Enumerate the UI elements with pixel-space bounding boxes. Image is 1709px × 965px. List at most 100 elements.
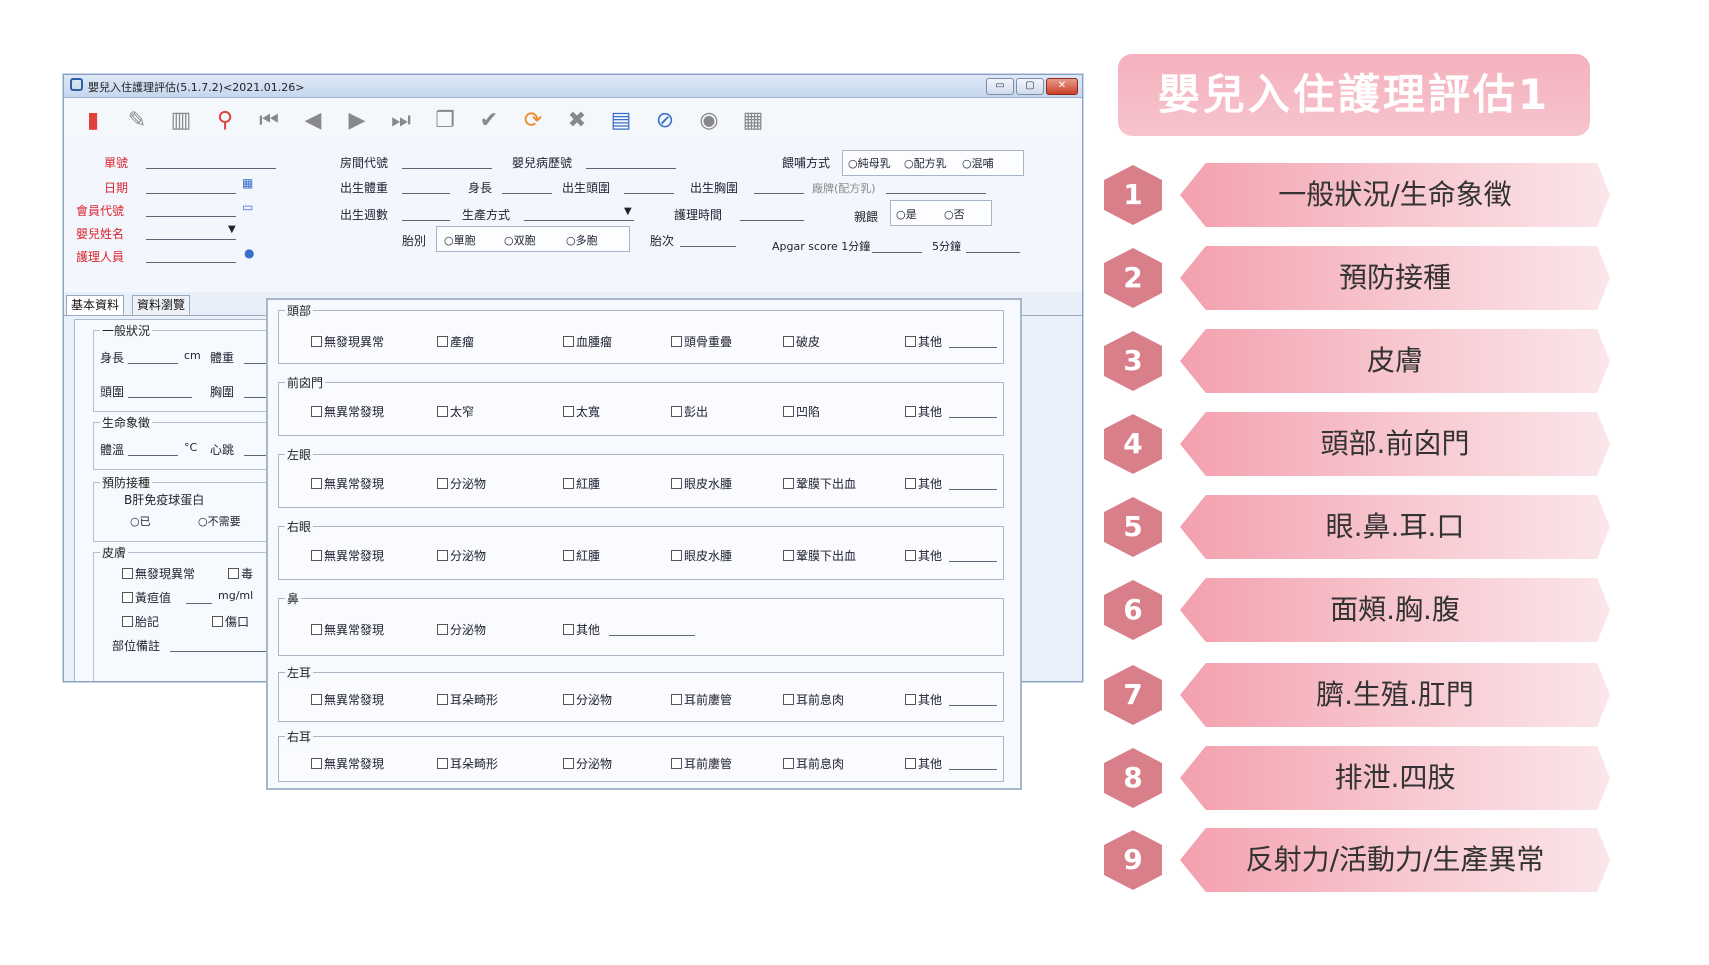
checkbox-option[interactable]: 無異常發現 <box>311 755 384 772</box>
card-icon[interactable]: ▭ <box>242 200 253 214</box>
checkbox-option[interactable]: 其他 <box>563 621 600 638</box>
checkbox-option[interactable]: 眼皮水腫 <box>671 475 732 492</box>
search-icon[interactable]: ⚲ <box>210 105 240 135</box>
view-icon[interactable]: ◉ <box>694 105 724 135</box>
length-input[interactable] <box>502 193 552 194</box>
checkbox-option[interactable]: 無異常發現 <box>311 621 384 638</box>
checkbox-option[interactable]: 耳前息肉 <box>783 755 844 772</box>
other-input[interactable] <box>949 347 997 348</box>
feed-radio-1[interactable]: ○純母乳 <box>848 155 891 171</box>
checkbox-option[interactable]: 耳朵畸形 <box>437 755 498 772</box>
checkbox-option[interactable]: 太窄 <box>437 403 474 420</box>
member-input[interactable] <box>146 216 236 217</box>
chevron-down-icon[interactable]: ▼ <box>624 206 632 217</box>
skin-opt-normal[interactable]: 無發現異常 <box>122 565 195 582</box>
checkbox-option[interactable]: 分泌物 <box>437 547 486 564</box>
note-field[interactable] <box>170 651 274 652</box>
checkbox-option[interactable]: 破皮 <box>783 333 820 350</box>
checkbox-option[interactable]: 太寬 <box>563 403 600 420</box>
other-input[interactable] <box>949 561 997 562</box>
delete-icon[interactable]: ▥ <box>166 105 196 135</box>
checkbox-option[interactable]: 無異常發現 <box>311 547 384 564</box>
other-input[interactable] <box>609 635 695 636</box>
checkbox-option[interactable]: 無發現異常 <box>311 333 384 350</box>
feed-radio-3[interactable]: ○混哺 <box>962 155 994 171</box>
checkbox-option[interactable]: 眼皮水腫 <box>671 547 732 564</box>
head-circ-input[interactable] <box>624 193 674 194</box>
add-icon[interactable]: ▮ <box>78 105 108 135</box>
skin-opt-poison[interactable]: 毒 <box>228 565 253 582</box>
other-input[interactable] <box>949 769 997 770</box>
prev-icon[interactable]: ◀ <box>298 105 328 135</box>
birth-weeks-input[interactable] <box>402 220 450 221</box>
user-icon[interactable]: ● <box>244 246 254 260</box>
parity-radio-2[interactable]: ○双胞 <box>504 232 536 248</box>
export-icon[interactable]: ▦ <box>738 105 768 135</box>
date-input[interactable] <box>146 193 236 194</box>
chevron-down-icon[interactable]: ▼ <box>228 224 236 235</box>
refresh-icon[interactable]: ⟳ <box>518 105 548 135</box>
apgar5-input[interactable] <box>966 252 1020 253</box>
hbig-radio-none[interactable]: ○不需要 <box>198 513 241 529</box>
calendar-icon[interactable]: ▦ <box>242 176 253 190</box>
birth-order-input[interactable] <box>680 246 736 247</box>
jaundice-field[interactable] <box>186 603 212 604</box>
minimize-button[interactable]: ▭ <box>986 78 1014 95</box>
checkbox-option[interactable]: 無異常發現 <box>311 691 384 708</box>
skin-opt-jaundice[interactable]: 黃疸值 <box>122 589 171 606</box>
skin-opt-birthmark[interactable]: 胎記 <box>122 613 159 630</box>
skin-opt-wound[interactable]: 傷口 <box>212 613 249 630</box>
checkbox-option[interactable]: 其他 <box>905 547 942 564</box>
checkbox-option[interactable]: 紅腫 <box>563 475 600 492</box>
edit-icon[interactable]: ✎ <box>122 105 152 135</box>
care-time-input[interactable] <box>740 220 804 221</box>
brand-input[interactable] <box>886 193 986 194</box>
tab-basic[interactable]: 基本資料 <box>66 295 125 315</box>
checkbox-option[interactable]: 其他 <box>905 333 942 350</box>
danhao-input[interactable] <box>146 168 276 169</box>
last-icon[interactable]: ⏭ <box>386 105 416 135</box>
maximize-button[interactable]: ▢ <box>1016 78 1044 95</box>
checkbox-option[interactable]: 頭骨重疊 <box>671 333 732 350</box>
chest-circ-input[interactable] <box>754 193 804 194</box>
other-input[interactable] <box>949 705 997 706</box>
checkbox-option[interactable]: 其他 <box>905 403 942 420</box>
checkbox-option[interactable]: 鞏膜下出血 <box>783 475 856 492</box>
checkbox-option[interactable]: 分泌物 <box>437 621 486 638</box>
temp-field[interactable] <box>128 455 178 456</box>
brand-placeholder[interactable]: 廠牌(配方乳) <box>812 180 876 196</box>
checkbox-option[interactable]: 鞏膜下出血 <box>783 547 856 564</box>
checkbox-option[interactable]: 其他 <box>905 475 942 492</box>
checkbox-option[interactable]: 其他 <box>905 755 942 772</box>
book-icon[interactable]: ▤ <box>606 105 636 135</box>
checkbox-option[interactable]: 分泌物 <box>563 691 612 708</box>
checkbox-option[interactable]: 無異常發現 <box>311 475 384 492</box>
length-field[interactable] <box>128 363 178 364</box>
baby-name-select[interactable] <box>146 239 236 240</box>
copy-icon[interactable]: ❐ <box>430 105 460 135</box>
checkbox-option[interactable]: 分泌物 <box>563 755 612 772</box>
checkbox-option[interactable]: 血腫瘤 <box>563 333 612 350</box>
parity-radio-1[interactable]: ○單胞 <box>444 232 476 248</box>
hbig-radio-done[interactable]: ○已 <box>130 513 151 529</box>
checkbox-option[interactable]: 耳朵畸形 <box>437 691 498 708</box>
checkbox-option[interactable]: 產瘤 <box>437 333 474 350</box>
next-icon[interactable]: ▶ <box>342 105 372 135</box>
cancel-icon[interactable]: ✖ <box>562 105 592 135</box>
feed-radio-2[interactable]: ○配方乳 <box>904 155 947 171</box>
checkbox-option[interactable]: 耳前息肉 <box>783 691 844 708</box>
checkbox-option[interactable]: 分泌物 <box>437 475 486 492</box>
checkbox-option[interactable]: 無異常發現 <box>311 403 384 420</box>
checkbox-option[interactable]: 耳前廔管 <box>671 691 732 708</box>
rooming-radio-yes[interactable]: ○是 <box>896 206 917 222</box>
confirm-icon[interactable]: ✔ <box>474 105 504 135</box>
other-input[interactable] <box>949 417 997 418</box>
apgar1-input[interactable] <box>872 252 922 253</box>
baby-record-input[interactable] <box>586 168 676 169</box>
nurse-input[interactable] <box>146 262 236 263</box>
close-button[interactable]: ✕ <box>1046 78 1078 95</box>
checkbox-option[interactable]: 紅腫 <box>563 547 600 564</box>
other-input[interactable] <box>949 489 997 490</box>
birth-weight-input[interactable] <box>402 193 450 194</box>
tab-browse[interactable]: 資料瀏覽 <box>132 295 191 315</box>
